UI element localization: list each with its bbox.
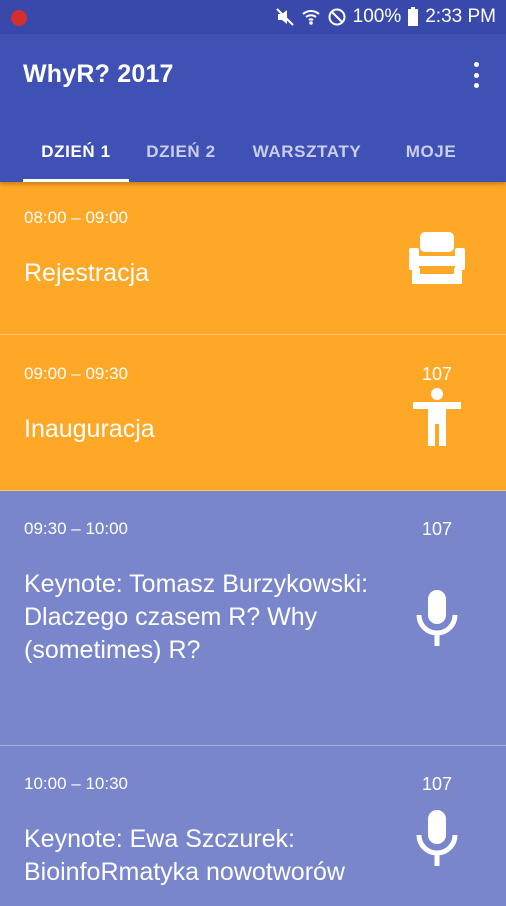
app-title: WhyR? 2017 <box>23 60 174 88</box>
tab-dzien-2[interactable]: DZIEŃ 2 <box>135 122 227 182</box>
session-room: 107 <box>421 364 453 384</box>
session-time: 09:30 – 10:00 <box>24 519 128 538</box>
session-title: Inauguracja <box>24 415 155 443</box>
person-icon <box>406 387 468 447</box>
session-title: Keynote: Tomasz Burzykowski: Dlaczego cz… <box>24 570 369 664</box>
session-card[interactable]: 09:30 – 10:00 Keynote: Tomasz Burzykowsk… <box>0 491 506 746</box>
session-list: 08:00 – 09:00 Rejestracja 09:00 – 09:30 … <box>0 182 506 906</box>
session-time: 08:00 – 09:00 <box>24 208 128 227</box>
block-icon <box>327 7 347 27</box>
overflow-menu-icon[interactable] <box>466 60 486 90</box>
tab-indicator <box>23 179 129 182</box>
record-dot-icon <box>11 10 27 26</box>
tab-bar: DZIEŃ 1 DZIEŃ 2 WARSZTATY MOJE <box>0 122 506 182</box>
app-bar: WhyR? 2017 DZIEŃ 1 DZIEŃ 2 WARSZTATY MOJ… <box>0 34 506 182</box>
status-bar: 100% 2:33 PM <box>0 0 506 34</box>
session-title: Keynote: Ewa Szczurek: BioinfoRmatyka no… <box>24 825 345 886</box>
tab-warsztaty[interactable]: WARSZTATY <box>238 122 376 182</box>
microphone-icon <box>406 587 468 649</box>
session-card[interactable]: 08:00 – 09:00 Rejestracja <box>0 182 506 335</box>
session-card[interactable]: 09:00 – 09:30 Inauguracja 107 <box>0 335 506 491</box>
seat-icon <box>406 227 468 289</box>
tab-dzien-1[interactable]: DZIEŃ 1 <box>23 122 129 182</box>
session-card[interactable]: 10:00 – 10:30 Keynote: Ewa Szczurek: Bio… <box>0 746 506 906</box>
session-time: 10:00 – 10:30 <box>24 774 128 793</box>
microphone-icon <box>406 807 468 869</box>
battery-percent: 100% <box>352 6 402 27</box>
tab-moje[interactable]: MOJE <box>390 122 472 182</box>
session-room: 107 <box>421 519 453 539</box>
session-room: 107 <box>421 774 453 794</box>
clock: 2:33 PM <box>425 6 496 27</box>
wifi-icon <box>301 7 321 27</box>
status-icons: 100% 2:33 PM <box>275 0 496 34</box>
mute-icon <box>275 7 295 27</box>
battery-icon <box>407 7 419 27</box>
session-time: 09:00 – 09:30 <box>24 364 128 383</box>
session-title: Rejestracja <box>24 259 150 287</box>
